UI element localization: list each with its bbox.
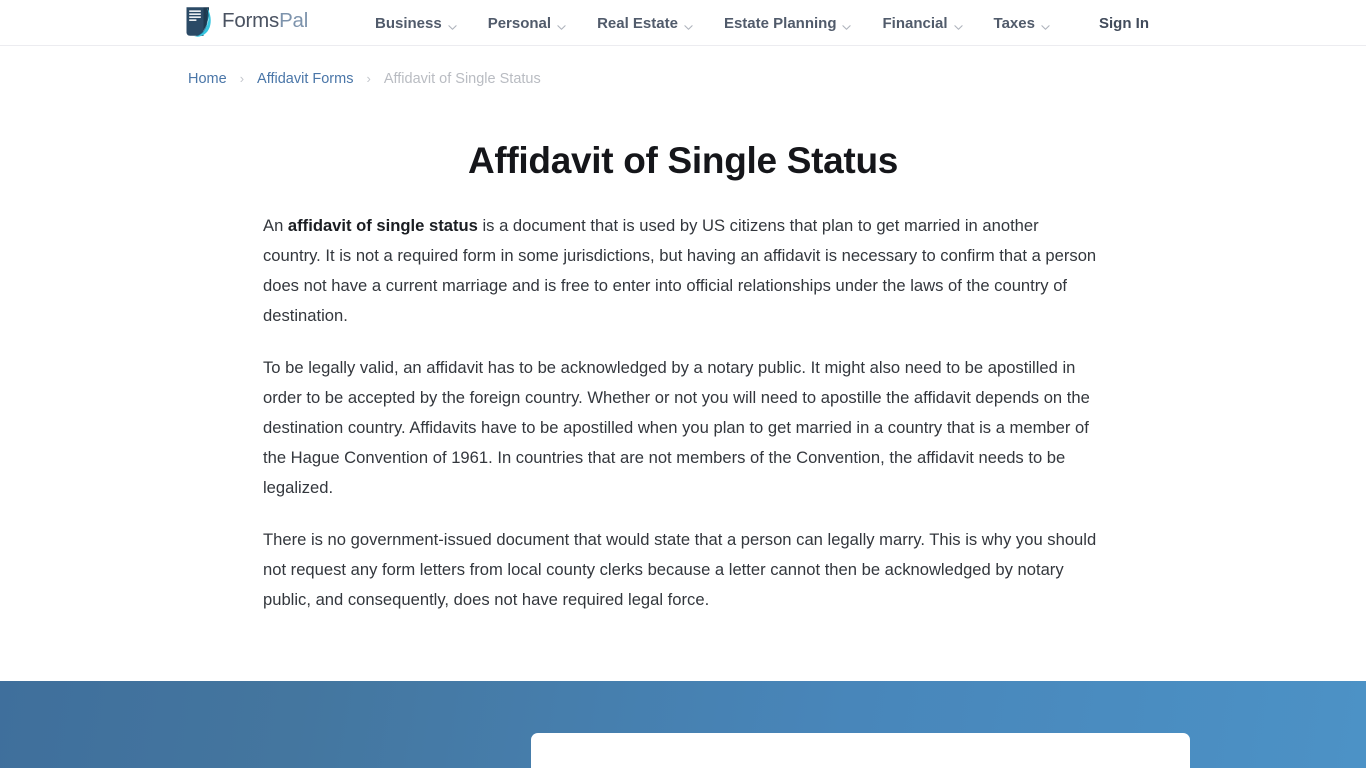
nav-item-personal[interactable]: Personal xyxy=(488,16,566,31)
chevron-down-icon xyxy=(953,20,963,30)
nav-item-label: Financial xyxy=(882,14,948,32)
sign-in-button[interactable]: Sign In xyxy=(1099,0,1149,46)
nav-item-taxes[interactable]: Taxes xyxy=(994,16,1050,31)
nav-item-real-estate[interactable]: Real Estate xyxy=(597,16,693,31)
breadcrumb-item-affidavit-forms[interactable]: Affidavit Forms xyxy=(257,72,353,87)
cta-band xyxy=(0,681,1366,768)
logo-link[interactable]: FormsPal xyxy=(183,5,308,38)
breadcrumb-separator-icon: › xyxy=(366,70,371,86)
formspal-document-logo-icon xyxy=(183,5,215,38)
paragraph-lead-text: An xyxy=(263,216,288,235)
logo-text-primary: Forms xyxy=(222,9,280,33)
nav-item-label: Estate Planning xyxy=(723,14,837,32)
paragraph-intro: An affidavit of single status is a docum… xyxy=(263,211,1101,331)
main-navigation: Business Personal Real Estate Estate Pla… xyxy=(375,0,1050,46)
breadcrumb-separator-icon: › xyxy=(239,70,245,86)
logo-text-secondary: Pal xyxy=(279,9,309,33)
article-body: An affidavit of single status is a docum… xyxy=(263,211,1101,615)
breadcrumb-item-current: Affidavit of Single Status xyxy=(383,71,541,87)
nav-item-label: Business xyxy=(375,14,442,32)
nav-item-financial[interactable]: Financial xyxy=(882,14,963,32)
paragraph-government-document: There is no government-issued document t… xyxy=(263,530,1097,609)
site-header: FormsPal Business Personal Real Estate E… xyxy=(0,0,1366,46)
nav-item-estate-planning[interactable]: Estate Planning xyxy=(724,16,852,31)
breadcrumb: Home › Affidavit Forms › Affidavit of Si… xyxy=(188,72,541,87)
chevron-down-icon xyxy=(684,20,693,30)
cta-card[interactable] xyxy=(531,733,1190,768)
breadcrumb-item-home[interactable]: Home xyxy=(188,72,227,87)
logo-wordmark: FormsPal xyxy=(222,11,308,32)
nav-item-label: Real Estate xyxy=(597,14,678,32)
nav-item-label: Taxes xyxy=(993,14,1035,32)
page-title: Affidavit of Single Status xyxy=(467,140,899,181)
paragraph-bold-term: affidavit of single status xyxy=(287,216,478,235)
nav-item-business[interactable]: Business xyxy=(375,16,457,31)
chevron-down-icon xyxy=(448,20,457,30)
nav-item-label: Personal xyxy=(487,14,552,32)
chevron-down-icon xyxy=(842,20,852,30)
chevron-down-icon xyxy=(1041,20,1050,30)
chevron-down-icon xyxy=(557,20,566,30)
paragraph-notarization: To be legally valid, an affidavit has to… xyxy=(263,358,1090,497)
